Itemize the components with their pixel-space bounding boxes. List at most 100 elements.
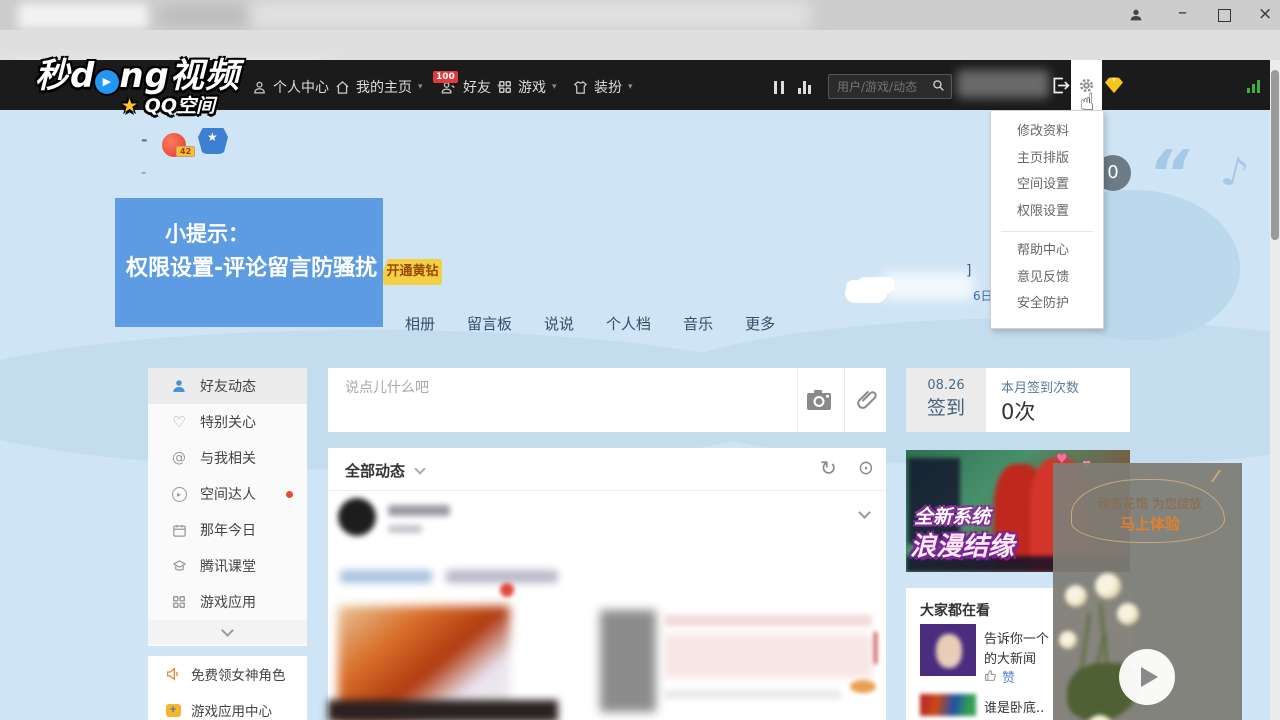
checkin-date: 08.26 — [906, 378, 986, 393]
open-yellow-diamond-button[interactable]: 开通黄钻 — [383, 259, 442, 285]
music-equalizer-icon[interactable] — [798, 81, 811, 94]
heart-icon: ♡ — [170, 413, 188, 431]
play-button[interactable] — [1119, 649, 1175, 705]
menu-item-homepage-layout[interactable]: 主页排版 — [991, 146, 1103, 173]
feed-panel: 全部动态 ↻ ⊙ — [328, 448, 886, 720]
grid-icon — [498, 80, 512, 94]
video-title-line2: 的大新闻 — [984, 648, 1036, 667]
post-menu-chevron[interactable] — [858, 506, 871, 519]
post-text-blurred — [446, 570, 558, 583]
restore-button[interactable] — [1218, 9, 1231, 22]
ad-line2: 浪漫结缘 — [910, 526, 1014, 563]
cloud-decoration — [845, 283, 887, 303]
post-author-blurred — [388, 505, 450, 516]
tab-albums[interactable]: 相册 — [405, 313, 435, 334]
caret-icon: ▾ — [628, 82, 633, 92]
post-avatar[interactable] — [338, 498, 376, 536]
sidebar-item-friend-feed[interactable]: 好友动态 — [148, 368, 307, 404]
sidebar-item-label: 特别关心 — [200, 412, 256, 432]
sidebar-item-label: 免费领女神角色 — [191, 664, 286, 684]
leaf-stem — [1211, 470, 1221, 483]
tab-personal-file[interactable]: 个人档 — [606, 313, 651, 334]
browser-tab-blurred[interactable] — [160, 6, 250, 26]
sidebar-item-free-goddess-role[interactable]: 免费领女神角色 — [148, 656, 307, 692]
tab-music[interactable]: 音乐 — [683, 313, 713, 334]
pause-icon[interactable] — [774, 81, 784, 94]
menu-item-feedback[interactable]: 意见反馈 — [991, 265, 1103, 292]
logout-icon[interactable] — [1050, 75, 1071, 100]
classroom-icon — [170, 559, 188, 574]
pink-bar-blurred — [664, 615, 872, 626]
flower — [1095, 573, 1121, 599]
app-center-icon: + — [164, 704, 182, 717]
scrollbar-track[interactable] — [1270, 60, 1280, 720]
tab-more[interactable]: 更多 — [745, 313, 775, 334]
sidebar-item-label: 与我相关 — [200, 448, 256, 468]
video-ad-overlay[interactable]: 珍贵花馆 为您绽放 马上体验 — [1053, 463, 1242, 720]
menu-item-permission-settings[interactable]: 权限设置 — [991, 199, 1103, 226]
sidebar-expand-button[interactable] — [148, 620, 307, 644]
profile-name-dash: - — [141, 130, 148, 149]
sidebar-item-tencent-classroom[interactable]: 腾讯课堂 — [148, 548, 307, 584]
navbar-search[interactable] — [828, 74, 952, 99]
pink-block-blurred — [664, 634, 872, 678]
composer-input[interactable]: 说点儿什么吧 — [345, 377, 429, 397]
sidebar-item-game-app-center[interactable]: + 游戏应用中心 — [148, 692, 307, 720]
tip-overlay: 小提示： 权限设置-评论留言防骚扰 — [115, 198, 383, 327]
sidebar-item-game-apps[interactable]: 游戏应用 — [148, 584, 307, 620]
feed-settings-button[interactable]: ⊙ — [858, 457, 874, 479]
attachment-button[interactable] — [855, 387, 879, 417]
sidebar-item-special-care[interactable]: ♡ 特别关心 — [148, 404, 307, 440]
browser-profile-icon[interactable] — [1128, 7, 1144, 27]
nav-games[interactable]: 游戏 ▾ — [498, 77, 557, 97]
feed-filter-dropdown[interactable]: 全部动态 — [345, 460, 424, 481]
ad-line1: 全新系统 — [914, 502, 990, 529]
overlay-cta[interactable]: 马上体验 — [1085, 513, 1215, 534]
menu-item-space-settings[interactable]: 空间设置 — [991, 172, 1103, 199]
settings-dropdown-menu: 修改资料 主页排版 空间设置 权限设置 帮助中心 意见反馈 安全防护 — [990, 110, 1104, 329]
friends-badge: 100 — [433, 71, 458, 83]
like-label: 赞 — [1002, 667, 1015, 686]
refresh-button[interactable]: ↻ — [820, 456, 837, 480]
post-time-blurred — [388, 525, 422, 533]
nav-dress-up[interactable]: 装扮 ▾ — [573, 77, 633, 97]
checkin-count: 0次 — [1001, 396, 1130, 426]
search-icon[interactable] — [932, 77, 945, 96]
grid-icon — [170, 595, 188, 609]
chevron-down-icon — [415, 463, 426, 474]
scrollbar-thumb[interactable] — [1271, 70, 1279, 240]
vip-star-badge-star: ★ — [207, 130, 218, 144]
level-badge-count: 42 — [176, 146, 195, 157]
red-line-blurred — [874, 632, 877, 664]
video-thumbnail[interactable] — [920, 694, 976, 716]
camera-button[interactable] — [806, 388, 832, 416]
profile-tabs: 相册 留言板 说说 个人档 音乐 更多 — [405, 313, 775, 334]
sidebar-item-label: 好友动态 — [200, 376, 256, 396]
sidebar-item-label: 腾讯课堂 — [200, 556, 256, 576]
music-note-decoration: ♪ — [1217, 148, 1253, 199]
nav-my-homepage[interactable]: 我的主页 ▾ — [335, 77, 423, 97]
overlay-line1: 珍贵花馆 为您绽放 — [1085, 493, 1215, 512]
caret-icon: ▾ — [552, 82, 557, 92]
close-button[interactable]: × — [1258, 4, 1272, 24]
feed-filter-label: 全部动态 — [345, 462, 405, 480]
flower — [1117, 603, 1139, 625]
checkin-button[interactable]: 08.26 签到 — [906, 368, 986, 432]
tab-message-board[interactable]: 留言板 — [467, 313, 512, 334]
browser-tab-blurred[interactable] — [18, 3, 148, 29]
menu-item-security[interactable]: 安全防护 — [991, 291, 1103, 318]
browser-tab-bar: – × — [0, 0, 1280, 30]
paperclip-icon — [855, 398, 879, 417]
nav-label: 游戏 — [518, 77, 546, 97]
search-input[interactable] — [835, 79, 928, 95]
video-thumbnail[interactable] — [920, 624, 976, 676]
sidebar-item-space-star[interactable]: ▸ 空间达人 — [148, 476, 307, 512]
sidebar-item-that-year-today[interactable]: 那年今日 — [148, 512, 307, 548]
nav-personal-center[interactable]: 个人中心 — [252, 77, 329, 97]
menu-item-edit-profile[interactable]: 修改资料 — [991, 119, 1103, 146]
minimize-button[interactable]: – — [1178, 2, 1187, 23]
tab-shuoshuo[interactable]: 说说 — [544, 313, 574, 334]
sidebar-item-related-to-me[interactable]: @ 与我相关 — [148, 440, 307, 476]
yellow-diamond-icon[interactable] — [1104, 76, 1124, 98]
menu-item-help-center[interactable]: 帮助中心 — [991, 238, 1103, 265]
